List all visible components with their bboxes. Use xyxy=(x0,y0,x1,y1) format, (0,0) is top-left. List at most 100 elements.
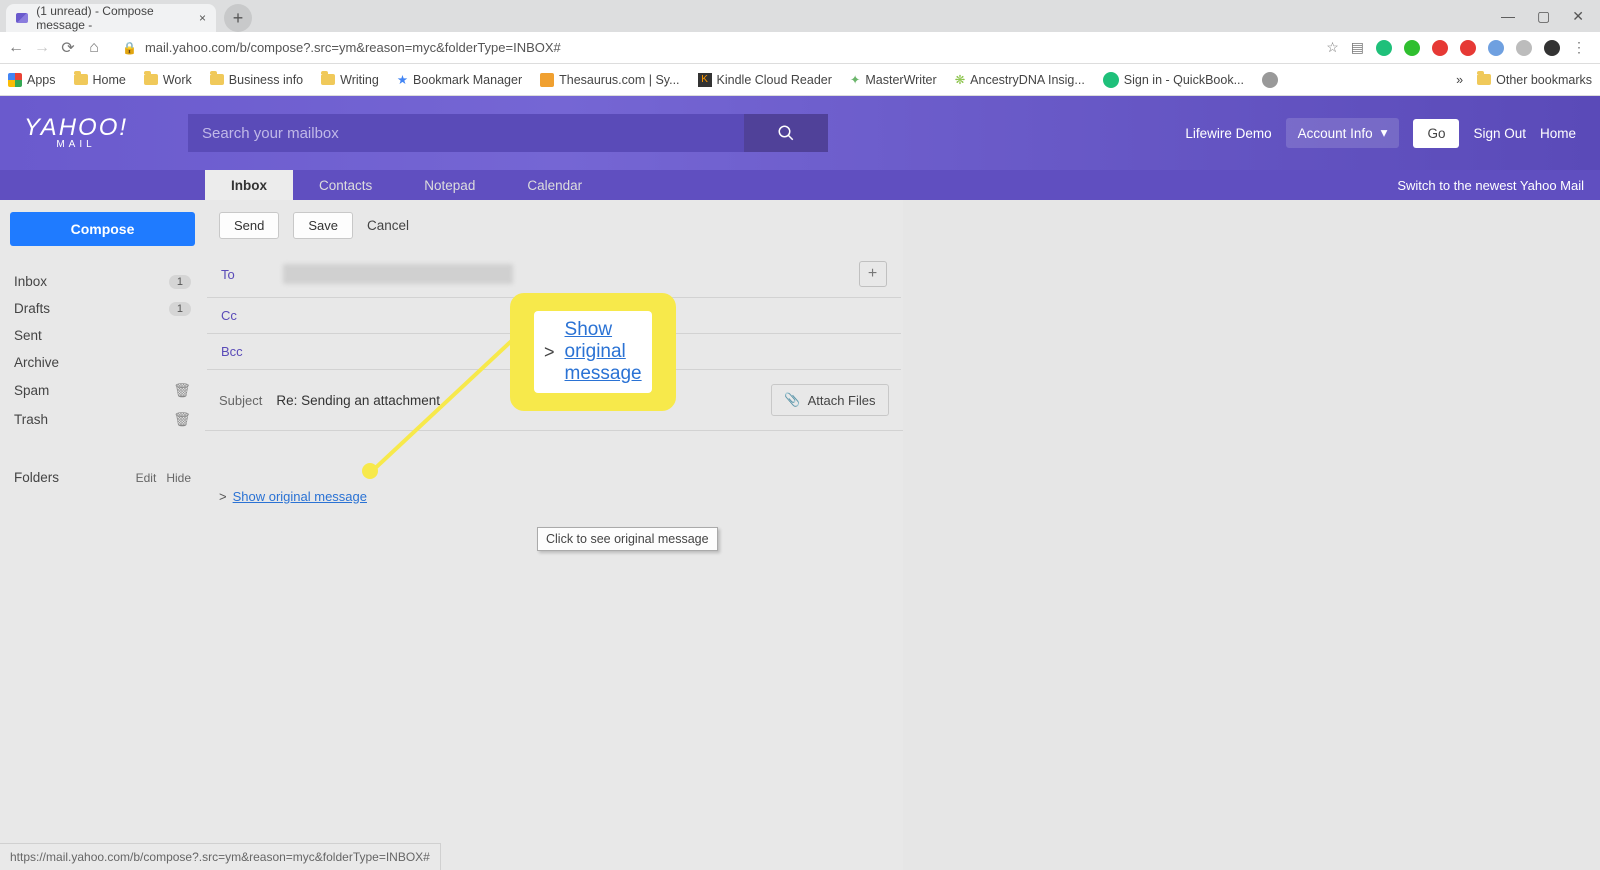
switch-new-mail-link[interactable]: Switch to the newest Yahoo Mail xyxy=(1397,170,1600,200)
bookmark-item[interactable]: Thesaurus.com | Sy... xyxy=(540,73,679,87)
ext-icon[interactable] xyxy=(1488,40,1504,56)
tab-contacts[interactable]: Contacts xyxy=(293,170,398,200)
signout-link[interactable]: Sign Out xyxy=(1473,126,1526,141)
url-text: mail.yahoo.com/b/compose?.src=ym&reason=… xyxy=(145,40,561,55)
bookmark-item[interactable]: KKindle Cloud Reader xyxy=(698,73,832,87)
tab-title: (1 unread) - Compose message - xyxy=(36,4,191,32)
toolbar-icons: ☆ ▤ ⋮ xyxy=(1326,39,1592,56)
reload-icon[interactable]: ⟳ xyxy=(60,38,76,58)
callout-link: Show original message xyxy=(565,319,642,385)
browser-tab[interactable]: (1 unread) - Compose message - × xyxy=(6,4,216,32)
bookmark-item[interactable]: Writing xyxy=(321,73,379,87)
ext-icon[interactable] xyxy=(1404,40,1420,56)
search-wrap xyxy=(188,114,828,152)
home-icon[interactable]: ⌂ xyxy=(86,39,102,57)
content: Compose Inbox1 Drafts1 Sent Archive Spam… xyxy=(0,200,1600,870)
folder-icon xyxy=(74,74,88,85)
folder-archive[interactable]: Archive xyxy=(10,349,195,376)
right-column xyxy=(903,200,1600,870)
account-info-button[interactable]: Account Info▾ xyxy=(1286,118,1400,148)
back-icon[interactable]: ← xyxy=(8,39,24,57)
folder-spam[interactable]: Spam🗑 xyxy=(10,376,195,405)
empty-icon[interactable]: 🗑 xyxy=(173,411,191,428)
to-field[interactable]: To + xyxy=(207,251,901,298)
badge: 1 xyxy=(169,275,191,289)
bcc-label: Bcc xyxy=(221,344,269,359)
site-icon xyxy=(1103,72,1119,88)
bookmark-item[interactable]: Business info xyxy=(210,73,303,87)
folder-icon xyxy=(144,74,158,85)
bookmark-item[interactable]: Sign in - QuickBook... xyxy=(1103,72,1244,88)
apps-button[interactable]: Apps xyxy=(8,73,56,87)
hide-folders[interactable]: Hide xyxy=(166,471,191,485)
compose-button[interactable]: Compose xyxy=(10,212,195,246)
bookmark-item[interactable]: Work xyxy=(144,73,192,87)
close-tab-icon[interactable]: × xyxy=(199,11,206,25)
bookmark-item[interactable] xyxy=(1262,72,1278,88)
site-icon: ❋ xyxy=(955,72,965,87)
reader-icon[interactable]: ▤ xyxy=(1351,39,1364,56)
paperclip-icon: 📎 xyxy=(784,392,800,408)
star-icon: ★ xyxy=(397,72,408,87)
bookmark-item[interactable]: ★Bookmark Manager xyxy=(397,72,522,87)
star-icon[interactable]: ☆ xyxy=(1326,39,1339,56)
cancel-button[interactable]: Cancel xyxy=(367,218,409,233)
folders-header: Folders EditHide xyxy=(10,464,195,491)
user-name[interactable]: Lifewire Demo xyxy=(1185,126,1271,141)
save-button[interactable]: Save xyxy=(293,212,353,239)
maximize-icon[interactable]: ▢ xyxy=(1537,8,1550,25)
ext-icon[interactable] xyxy=(1432,40,1448,56)
close-window-icon[interactable]: ✕ xyxy=(1572,8,1584,25)
edit-folders[interactable]: Edit xyxy=(136,471,157,485)
home-link[interactable]: Home xyxy=(1540,126,1576,141)
bookmark-overflow[interactable]: » xyxy=(1456,73,1463,87)
search-button[interactable] xyxy=(744,114,828,152)
to-value-redacted xyxy=(283,264,513,284)
mail-icon xyxy=(16,13,28,23)
status-bar: https://mail.yahoo.com/b/compose?.src=ym… xyxy=(0,843,441,870)
ext-icon[interactable] xyxy=(1460,40,1476,56)
send-button[interactable]: Send xyxy=(219,212,279,239)
globe-icon xyxy=(1262,72,1278,88)
callout-arrow: > xyxy=(544,342,555,363)
attach-files-button[interactable]: 📎 Attach Files xyxy=(771,384,888,416)
ext-icon[interactable] xyxy=(1376,40,1392,56)
mail-tabs: Inbox Contacts Notepad Calendar Switch t… xyxy=(0,170,1600,200)
show-original-link[interactable]: Show original message xyxy=(233,489,367,504)
url-box[interactable]: 🔒 mail.yahoo.com/b/compose?.src=ym&reaso… xyxy=(112,40,1316,55)
minimize-icon[interactable]: — xyxy=(1501,8,1515,25)
other-bookmarks[interactable]: Other bookmarks xyxy=(1477,73,1592,87)
new-tab-button[interactable]: + xyxy=(224,4,252,32)
message-body[interactable]: > Show original message Click to see ori… xyxy=(205,431,903,851)
bookmark-item[interactable]: Home xyxy=(74,73,126,87)
yahoo-logo[interactable]: YAHOO! MAIL xyxy=(24,116,128,150)
subject-value[interactable]: Re: Sending an attachment xyxy=(276,393,440,408)
compose-actions: Send Save Cancel xyxy=(205,200,903,251)
cc-label: Cc xyxy=(221,308,269,323)
add-recipient-button[interactable]: + xyxy=(859,261,887,287)
search-icon xyxy=(777,124,795,142)
ext-icon[interactable] xyxy=(1516,40,1532,56)
bookmark-item[interactable]: ❋AncestryDNA Insig... xyxy=(955,72,1085,87)
folder-inbox[interactable]: Inbox1 xyxy=(10,268,195,295)
badge: 1 xyxy=(169,302,191,316)
bookmark-item[interactable]: ✦MasterWriter xyxy=(850,72,937,87)
site-icon xyxy=(540,73,554,87)
tab-calendar[interactable]: Calendar xyxy=(501,170,608,200)
search-input[interactable] xyxy=(188,114,744,152)
folder-drafts[interactable]: Drafts1 xyxy=(10,295,195,322)
avatar-icon[interactable] xyxy=(1544,40,1560,56)
yahoo-header: YAHOO! MAIL Lifewire Demo Account Info▾ … xyxy=(0,96,1600,170)
folder-sent[interactable]: Sent xyxy=(10,322,195,349)
tab-notepad[interactable]: Notepad xyxy=(398,170,501,200)
folder-icon xyxy=(1477,74,1491,85)
forward-icon[interactable]: → xyxy=(34,39,50,57)
site-icon: ✦ xyxy=(850,72,860,87)
empty-icon[interactable]: 🗑 xyxy=(173,382,191,399)
menu-icon[interactable]: ⋮ xyxy=(1572,39,1586,56)
show-original-line: > Show original message xyxy=(219,489,889,504)
folder-icon xyxy=(321,74,335,85)
folder-trash[interactable]: Trash🗑 xyxy=(10,405,195,434)
go-button[interactable]: Go xyxy=(1413,119,1459,148)
tab-inbox[interactable]: Inbox xyxy=(205,170,293,200)
